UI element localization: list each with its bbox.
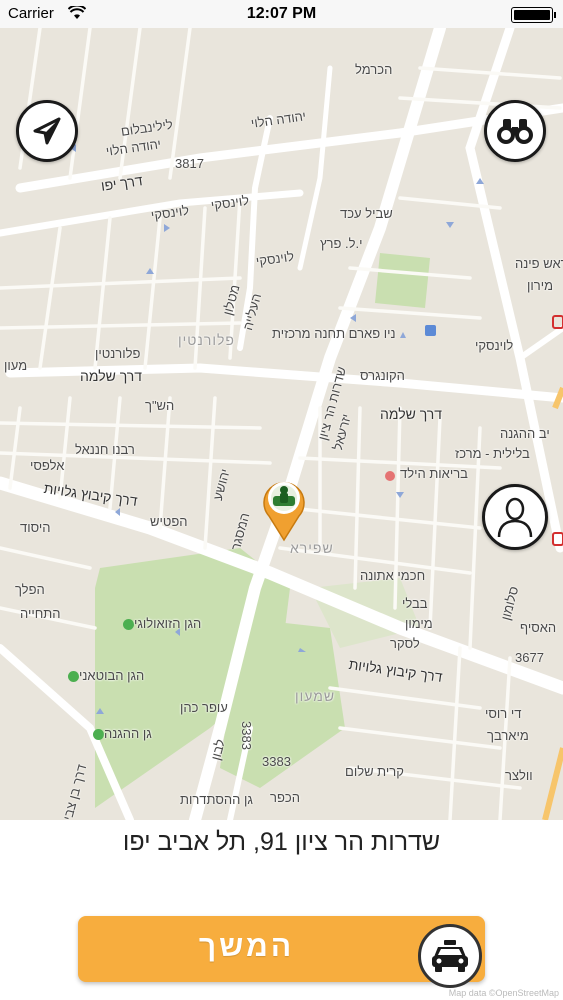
district-label: שמעון — [295, 688, 336, 704]
street-label: לסקר — [390, 636, 420, 651]
navigation-arrow-icon — [33, 117, 61, 145]
street-label: מעון — [4, 358, 28, 373]
poi-label: ניו פארם תחנה מרכזית — [272, 326, 396, 341]
poi-label: בריאות הילד — [400, 466, 468, 481]
taxi-button[interactable] — [418, 924, 482, 988]
street-label: האסיף — [520, 620, 557, 635]
street-label: י.ל. פרץ — [320, 236, 363, 251]
road-number: 3383 — [238, 721, 254, 750]
road-number: 3383 — [262, 754, 291, 769]
tree-icon — [68, 671, 79, 683]
profile-button[interactable] — [482, 484, 548, 550]
street-label: חכמי אתונה — [360, 568, 426, 583]
street-label: פלורנטין — [95, 346, 141, 361]
street-label: לוינסקי — [475, 338, 514, 353]
street-label: עופר כהן — [180, 700, 228, 715]
street-label: הקונגרס — [360, 368, 405, 383]
map-view[interactable]: הכרמל יהודה הלוי לילינבלום יהודה הלוי 38… — [0, 28, 563, 820]
street-label: הש"ך — [145, 398, 175, 413]
street-label: די רוסי — [485, 706, 522, 721]
location-pin-marker[interactable] — [259, 474, 309, 542]
address-panel: שדרות הר ציון 91, תל אביב יפו המשך Map d… — [0, 820, 563, 1000]
park-label-text: הגן הזואולוגי — [134, 616, 202, 631]
district-label: פלורנטין — [178, 332, 235, 348]
street-label: רבנו חננאל — [75, 442, 135, 457]
taxi-icon — [432, 940, 468, 972]
tree-icon — [93, 729, 104, 741]
park-label-text: גן ההגנה — [104, 726, 152, 741]
poi-label: בלילית - מרכז — [455, 446, 530, 461]
map-roads — [0, 28, 563, 820]
street-label: מיארבך — [487, 728, 529, 743]
street-label: הפטיש — [150, 514, 188, 529]
binoculars-icon — [497, 119, 533, 144]
continue-button-label: המשך — [198, 930, 295, 963]
park-label: הגן הבוטאני — [65, 668, 144, 683]
street-label: הפלך — [15, 582, 45, 597]
search-area-button[interactable] — [484, 100, 546, 162]
street-label: דרך שלמה — [380, 406, 443, 422]
street-label: אלפסי — [30, 458, 65, 473]
person-silhouette-icon — [497, 497, 533, 538]
tree-icon — [123, 619, 134, 631]
street-label: ראש פינה — [515, 256, 563, 271]
street-label: התחייה — [20, 606, 61, 621]
street-label: בבלי — [402, 596, 428, 611]
street-label: יב ההגנה — [500, 426, 550, 441]
street-label: גן ההסתדרות — [180, 792, 253, 807]
park-label: הגן הזואולוגי — [120, 616, 201, 631]
street-label: מירון — [527, 278, 554, 293]
selected-address: שדרות הר ציון 91, תל אביב יפו — [122, 828, 441, 856]
park-label-text: הגן הבוטאני — [79, 668, 145, 683]
location-pin-icon — [263, 482, 305, 542]
locate-me-button[interactable] — [16, 100, 78, 162]
street-label: היסוד — [20, 520, 51, 535]
street-label: דרך שלמה — [80, 368, 143, 384]
clock: 12:07 PM — [246, 5, 317, 22]
park-label: גן ההגנה — [90, 726, 152, 741]
street-label: קרית שלום — [345, 764, 404, 779]
district-label: שפירא — [290, 540, 334, 556]
road-number: 3817 — [175, 156, 204, 171]
street-label: וולצר — [505, 768, 533, 783]
status-bar: Carrier 12:07 PM — [0, 0, 563, 28]
street-label: הכרמל — [355, 62, 393, 77]
street-label: שביל עכד — [340, 206, 393, 221]
street-label: מימון — [405, 616, 433, 631]
street-label: הכפר — [270, 790, 300, 805]
road-number: 3677 — [515, 650, 544, 665]
battery-icon — [511, 7, 556, 23]
map-attribution: Map data ©OpenStreetMap — [448, 988, 559, 998]
